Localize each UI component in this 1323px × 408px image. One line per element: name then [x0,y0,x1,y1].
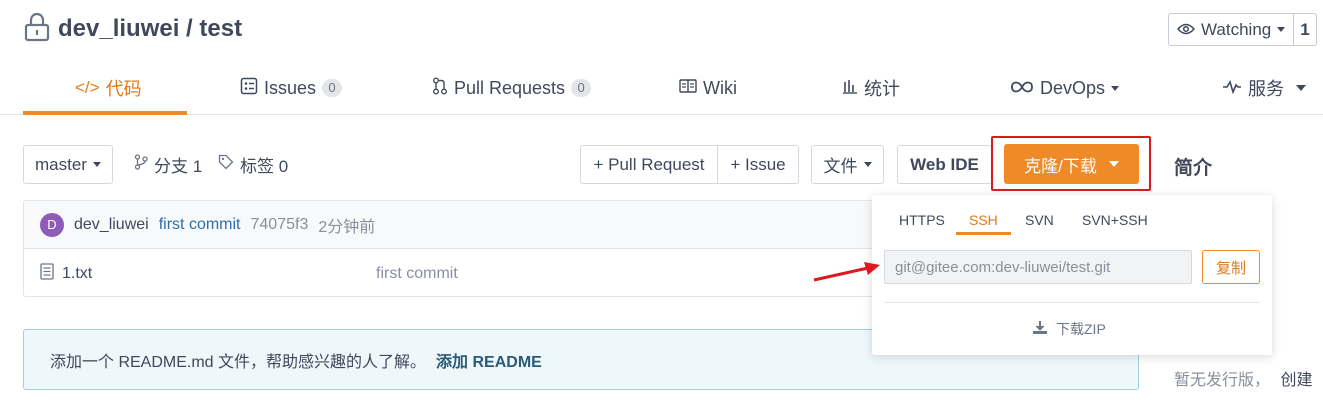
watch-button-group: Watching 1 [1168,13,1317,46]
clone-download-label: 克隆/下载 [1024,156,1097,176]
chevron-down-icon [1111,85,1120,91]
download-zip-link[interactable]: 下载ZIP [1032,319,1106,339]
annotation-arrow [812,258,882,289]
repo-nav-tabs: </> 代码 Issues 0 Pull Requests 0 Wiki 统计 … [0,62,1323,115]
tab-label: Issues [264,77,317,98]
issues-icon [240,77,258,100]
download-zip-label: 下载ZIP [1056,321,1106,337]
file-icon [40,263,54,285]
active-protocol-underline [956,232,1011,235]
tags-link[interactable]: 标签 0 [218,145,288,184]
pull-requests-count-badge: 0 [571,79,592,97]
tab-label: Pull Requests [454,77,566,98]
tab-pull-requests[interactable]: Pull Requests 0 [432,62,592,114]
latest-commit-header: D dev_liuwei first commit 74075f3 2分钟前 [24,201,882,249]
repo-path[interactable]: dev_liuwei / test [58,15,242,43]
chevron-down-icon [863,162,872,167]
web-ide-button[interactable]: Web IDE [897,145,992,184]
commit-hash[interactable]: 74075f3 [251,216,309,234]
lock-icon [24,12,50,47]
tab-label: 服务 [1248,79,1284,99]
repo-title: dev_liuwei / test [24,12,242,46]
release-info: 暂无发行版， 创建 [1174,366,1312,390]
issues-count-badge: 0 [322,79,343,97]
tab-stats[interactable]: 统计 [842,62,900,114]
wiki-icon [679,78,697,99]
watch-label: Watching [1201,19,1272,39]
download-icon [1032,320,1048,338]
file-row: 1.txt first commit [24,250,882,298]
create-release-link[interactable]: 创建 [1280,372,1312,389]
latest-commit-box: D dev_liuwei first commit 74075f3 2分钟前 1… [23,200,883,297]
protocol-tab-ssh[interactable]: SSH [969,205,998,235]
copy-url-button[interactable]: 复制 [1202,250,1260,284]
tab-code[interactable]: </> 代码 [75,62,142,114]
file-commit-message[interactable]: first commit [376,265,458,283]
avatar[interactable]: D [40,212,64,237]
new-pull-request-label: + Pull Request [593,154,705,174]
branch-name: master [35,154,87,174]
readme-banner-text: 添加一个 README.md 文件，帮助感兴趣的人了解。 [50,353,427,371]
file-menu-button[interactable]: 文件 [811,145,884,184]
sidebar-intro-title: 简介 [1174,158,1213,179]
dropdown-divider [884,302,1260,303]
tab-label: DevOps [1040,77,1106,98]
new-issue-button[interactable]: + Issue [717,145,799,184]
tab-label: 代码 [105,79,142,99]
chevron-down-icon [1277,27,1286,32]
web-ide-label: Web IDE [910,154,979,174]
clone-url-input[interactable] [884,250,1192,284]
chevron-down-icon [1296,85,1306,91]
add-readme-link[interactable]: 添加 README [436,348,542,372]
tag-icon [218,154,234,175]
devops-icon [1010,78,1034,99]
watch-count[interactable]: 1 [1294,14,1315,45]
branches-link[interactable]: 分支 1 [134,145,202,184]
commit-message[interactable]: first commit [159,216,241,234]
file-menu-label: 文件 [823,157,858,176]
chevron-down-icon [1108,161,1119,167]
stats-icon [842,78,858,99]
branch-select[interactable]: master [23,145,113,184]
tab-wiki[interactable]: Wiki [679,62,737,114]
tab-label: 统计 [864,79,900,99]
commit-author[interactable]: dev_liuwei [74,216,149,234]
active-tab-underline [23,111,187,115]
service-icon [1222,78,1242,99]
watch-button[interactable]: Watching [1169,14,1295,45]
protocol-tab-svn[interactable]: SVN [1025,205,1054,235]
pull-request-icon [432,77,448,100]
tag-count: 标签 0 [240,157,289,176]
chevron-down-icon [92,162,101,167]
branch-icon [134,154,148,175]
new-issue-label: + Issue [730,154,786,174]
tab-devops[interactable]: DevOps [1010,62,1120,114]
protocol-tab-svn-ssh[interactable]: SVN+SSH [1082,205,1148,235]
file-name[interactable]: 1.txt [62,265,376,283]
tab-issues[interactable]: Issues 0 [240,62,343,114]
protocol-tab-https[interactable]: HTTPS [899,205,945,235]
release-text: 暂无发行版， [1174,372,1271,389]
tab-service[interactable]: 服务 [1222,62,1306,114]
code-icon: </> [75,78,100,97]
tab-label: Wiki [703,77,737,98]
commit-time: 2分钟前 [318,218,376,236]
clone-download-button[interactable]: 克隆/下载 [1004,144,1139,184]
eye-icon [1176,20,1196,40]
clone-dropdown: HTTPS SSH SVN SVN+SSH 复制 下载ZIP [872,195,1272,355]
new-pull-request-button[interactable]: + Pull Request [580,145,718,184]
branch-count: 分支 1 [154,157,203,176]
